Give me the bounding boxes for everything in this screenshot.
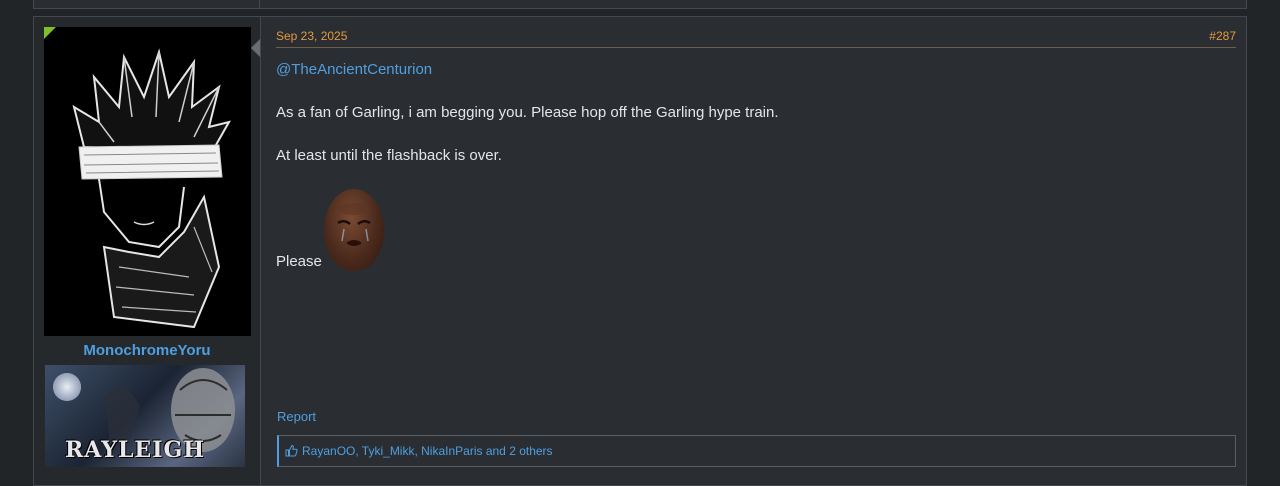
message-arrow (251, 39, 260, 57)
thumbs-up-icon (285, 444, 298, 457)
post-body: @TheAncientCenturion As a fan of Garling… (276, 61, 1236, 271)
post-paragraph: At least until the flashback is over. (276, 147, 502, 164)
forum-post: MonochromeYoru RAYLEIGH Sep 23, 2025 #28… (33, 16, 1247, 486)
user-mention[interactable]: @TheAncientCenturion (276, 61, 1236, 81)
post-date[interactable]: Sep 23, 2025 (276, 29, 347, 43)
post-paragraph: As a fan of Garling, i am begging you. P… (276, 104, 779, 121)
user-column: MonochromeYoru RAYLEIGH (34, 17, 261, 485)
reactions-bar[interactable]: RayanOO, Tyki_Mikk, NikaInParis and 2 ot… (277, 435, 1236, 467)
post-content: Sep 23, 2025 #287 @TheAncientCenturion A… (276, 17, 1236, 485)
crying-face-image (337, 203, 371, 246)
username[interactable]: MonochromeYoru (34, 342, 260, 359)
crying-face-emoji (324, 189, 384, 271)
avatar-image (44, 27, 251, 336)
report-link[interactable]: Report (277, 409, 316, 424)
avatar[interactable] (44, 27, 251, 336)
user-banner: RAYLEIGH (45, 365, 245, 467)
post-header: Sep 23, 2025 #287 (276, 29, 1236, 48)
column-divider (259, 0, 260, 8)
previous-post-bottom (33, 0, 1247, 9)
reactions-list[interactable]: RayanOO, Tyki_Mikk, NikaInParis and 2 ot… (302, 444, 553, 458)
online-flag-icon (44, 27, 56, 39)
post-paragraph: Please (276, 253, 322, 270)
post-number-link[interactable]: #287 (1209, 29, 1236, 43)
banner-title: RAYLEIGH (65, 437, 206, 463)
